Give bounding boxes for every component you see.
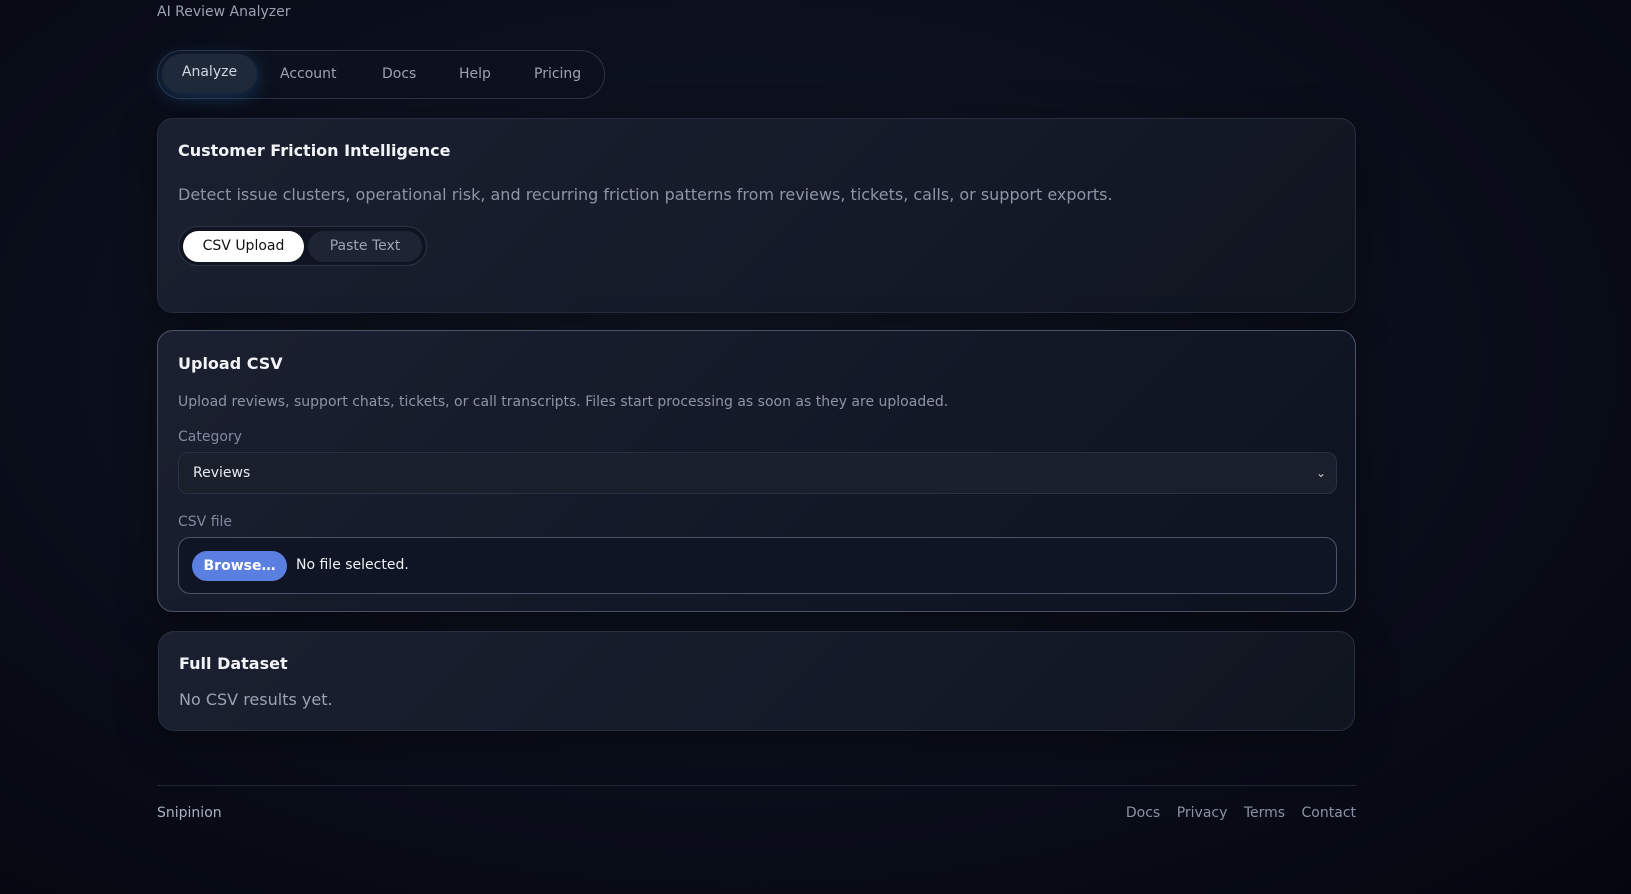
app-title: AI Review Analyzer — [157, 4, 291, 20]
tab-analyze[interactable]: Analyze — [162, 54, 257, 93]
tab-docs[interactable]: Docs — [382, 51, 416, 98]
category-value: Reviews — [193, 465, 251, 481]
upload-description: Upload reviews, support chats, tickets, … — [178, 394, 949, 410]
main-nav: Analyze Account Docs Help Pricing — [157, 50, 605, 99]
tab-pricing[interactable]: Pricing — [534, 51, 581, 98]
footer-links: Docs Privacy Terms Contact — [1114, 805, 1356, 821]
intro-title: Customer Friction Intelligence — [178, 141, 451, 160]
category-select[interactable]: Reviews ⌄ — [178, 452, 1337, 494]
category-label: Category — [178, 429, 242, 445]
footer-divider — [157, 785, 1356, 786]
input-mode-toggle: CSV Upload Paste Text — [178, 226, 427, 266]
intro-description: Detect issue clusters, operational risk,… — [178, 185, 1113, 204]
dataset-empty-text: No CSV results yet. — [179, 690, 333, 709]
csv-file-label: CSV file — [178, 514, 233, 530]
file-status: No file selected. — [296, 557, 409, 573]
browse-button[interactable]: Browse… — [192, 551, 287, 581]
csv-file-input[interactable]: Browse… No file selected. — [178, 537, 1337, 594]
footer-link-contact[interactable]: Contact — [1302, 805, 1356, 821]
intro-card: Customer Friction Intelligence Detect is… — [157, 118, 1356, 313]
footer-link-privacy[interactable]: Privacy — [1177, 805, 1228, 821]
tab-help[interactable]: Help — [459, 51, 491, 98]
tab-account[interactable]: Account — [280, 51, 337, 98]
dataset-title: Full Dataset — [179, 654, 288, 673]
paste-text-button[interactable]: Paste Text — [308, 231, 422, 262]
dataset-card: Full Dataset No CSV results yet. — [158, 631, 1355, 731]
chevron-down-icon: ⌄ — [1315, 466, 1326, 480]
csv-upload-button[interactable]: CSV Upload — [183, 231, 304, 262]
footer-link-docs[interactable]: Docs — [1126, 805, 1160, 821]
upload-card: Upload CSV Upload reviews, support chats… — [157, 330, 1356, 612]
footer-link-terms[interactable]: Terms — [1244, 805, 1285, 821]
upload-title: Upload CSV — [178, 354, 283, 373]
footer-brand: Snipinion — [157, 805, 222, 821]
